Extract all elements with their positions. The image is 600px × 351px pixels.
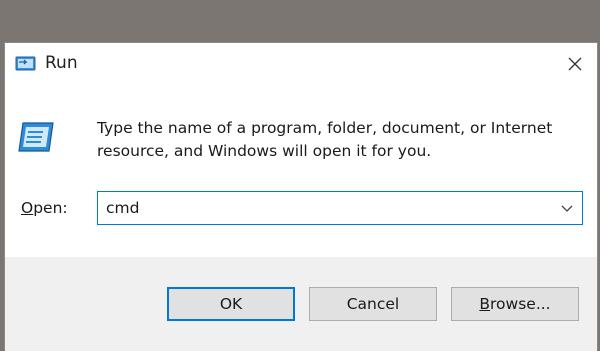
close-icon	[568, 57, 582, 71]
run-icon	[15, 56, 36, 71]
open-input[interactable]	[98, 192, 538, 224]
chevron-down-icon[interactable]	[558, 200, 576, 216]
open-label: Open:	[21, 199, 68, 217]
run-dialog: Run Type the name of a program, folder, …	[4, 42, 598, 351]
ok-button[interactable]: OK	[167, 287, 295, 321]
open-combobox[interactable]	[97, 191, 583, 225]
run-program-icon	[18, 122, 54, 152]
run-description: Type the name of a program, folder, docu…	[97, 119, 553, 160]
close-button[interactable]	[557, 47, 593, 81]
button-bar: OK Cancel Browse...	[5, 257, 597, 351]
cancel-button[interactable]: Cancel	[309, 287, 437, 321]
window-title: Run	[45, 53, 78, 73]
title-bar[interactable]: Run	[5, 43, 597, 85]
browse-button[interactable]: Browse...	[451, 287, 579, 321]
